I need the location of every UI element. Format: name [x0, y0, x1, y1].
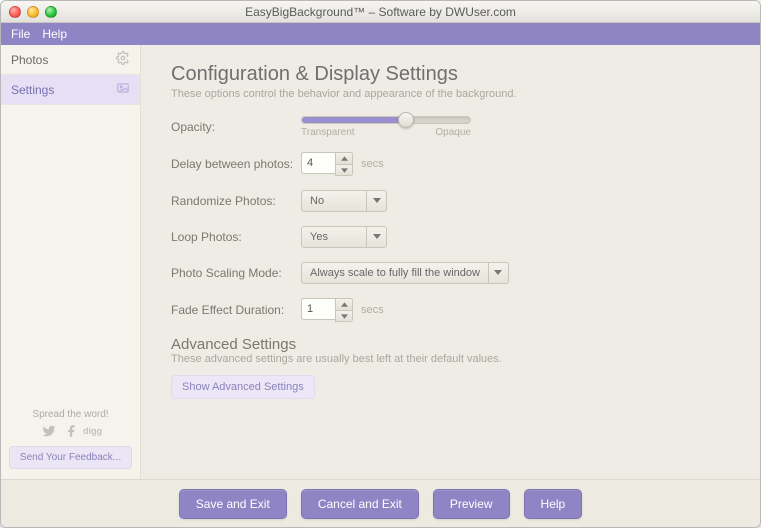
fade-field[interactable] [301, 298, 353, 322]
chevron-down-icon [488, 263, 508, 283]
opacity-min-label: Transparent [301, 127, 355, 138]
opacity-slider[interactable] [301, 116, 471, 124]
fade-label: Fade Effect Duration: [171, 303, 301, 317]
delay-label: Delay between photos: [171, 157, 301, 171]
loop-label: Loop Photos: [171, 230, 301, 244]
titlebar: EasyBigBackground™ – Software by DWUser.… [1, 1, 760, 23]
sidebar-item-settings[interactable]: Settings [1, 75, 140, 105]
loop-select[interactable]: Yes [301, 226, 387, 248]
sidebar-item-label: Photos [11, 53, 48, 67]
fade-unit: secs [361, 304, 384, 316]
fade-step-up[interactable] [336, 299, 352, 310]
delay-input[interactable] [301, 152, 335, 174]
social-icons: digg [1, 424, 140, 438]
save-exit-button[interactable]: Save and Exit [179, 489, 287, 519]
preview-button[interactable]: Preview [433, 489, 510, 519]
cancel-exit-button[interactable]: Cancel and Exit [301, 489, 419, 519]
digg-icon[interactable]: digg [86, 424, 100, 438]
window-controls [9, 6, 57, 18]
delay-step-up[interactable] [336, 153, 352, 164]
help-button[interactable]: Help [524, 489, 583, 519]
slider-thumb[interactable] [398, 112, 414, 128]
spread-word-label: Spread the word! [1, 409, 140, 420]
randomize-value: No [302, 195, 366, 207]
chevron-down-icon [366, 227, 386, 247]
loop-row: Loop Photos: Yes [171, 226, 730, 248]
scaling-value: Always scale to fully fill the window [302, 267, 488, 279]
page-heading: Configuration & Display Settings [171, 63, 730, 86]
sidebar-item-label: Settings [11, 83, 54, 97]
randomize-row: Randomize Photos: No [171, 190, 730, 212]
advanced-heading: Advanced Settings [171, 336, 730, 353]
delay-step-down[interactable] [336, 164, 352, 175]
opacity-label: Opacity: [171, 120, 301, 134]
opacity-row: Opacity: Transparent Opaque [171, 116, 730, 138]
menu-file[interactable]: File [11, 27, 30, 41]
minimize-icon[interactable] [27, 6, 39, 18]
facebook-icon[interactable] [64, 424, 78, 438]
scaling-row: Photo Scaling Mode: Always scale to full… [171, 262, 730, 284]
close-icon[interactable] [9, 6, 21, 18]
randomize-select[interactable]: No [301, 190, 387, 212]
fade-row: Fade Effect Duration: secs [171, 298, 730, 322]
chevron-down-icon [366, 191, 386, 211]
delay-unit: secs [361, 158, 384, 170]
fade-step-down[interactable] [336, 310, 352, 321]
menu-help[interactable]: Help [42, 27, 67, 41]
scaling-select[interactable]: Always scale to fully fill the window [301, 262, 509, 284]
delay-row: Delay between photos: secs [171, 152, 730, 176]
image-icon [116, 81, 130, 98]
main-content: Configuration & Display Settings These o… [141, 45, 760, 479]
opacity-max-label: Opaque [435, 127, 471, 138]
gear-icon [116, 51, 130, 68]
window-title: EasyBigBackground™ – Software by DWUser.… [1, 5, 760, 19]
loop-value: Yes [302, 231, 366, 243]
twitter-icon[interactable] [42, 424, 56, 438]
sidebar: Photos Settings Spread the word! [1, 45, 141, 479]
randomize-label: Randomize Photos: [171, 194, 301, 208]
body: Photos Settings Spread the word! [1, 45, 760, 479]
fade-input[interactable] [301, 298, 335, 320]
advanced-subheading: These advanced settings are usually best… [171, 353, 730, 365]
send-feedback-button[interactable]: Send Your Feedback... [9, 446, 132, 469]
app-window: EasyBigBackground™ – Software by DWUser.… [0, 0, 761, 528]
scaling-label: Photo Scaling Mode: [171, 266, 301, 280]
zoom-icon[interactable] [45, 6, 57, 18]
page-subheading: These options control the behavior and a… [171, 88, 730, 100]
menubar: File Help [1, 23, 760, 45]
footer: Save and Exit Cancel and Exit Preview He… [1, 479, 760, 527]
sidebar-item-photos[interactable]: Photos [1, 45, 140, 75]
show-advanced-button[interactable]: Show Advanced Settings [171, 375, 315, 399]
delay-field[interactable] [301, 152, 353, 176]
